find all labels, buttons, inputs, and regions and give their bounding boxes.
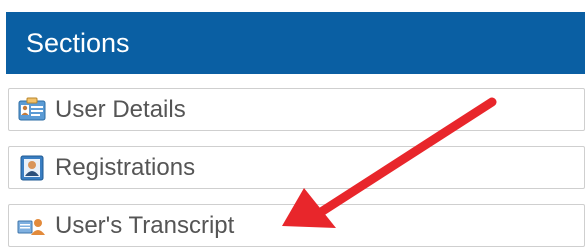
- section-item-user-details[interactable]: User Details: [8, 88, 585, 131]
- transcript-icon: [17, 213, 47, 239]
- section-item-label: Registrations: [55, 153, 196, 181]
- section-item-registrations[interactable]: Registrations: [8, 146, 585, 189]
- registrations-user-icon: [17, 155, 47, 181]
- user-details-card-icon: [17, 97, 47, 123]
- sections-panel: Sections User Details Registrations User…: [6, 12, 585, 250]
- section-item-label: User's Transcript: [55, 211, 235, 239]
- section-item-label: User Details: [55, 95, 186, 123]
- section-item-users-transcript[interactable]: User's Transcript: [8, 204, 585, 247]
- sections-title: Sections: [26, 27, 130, 58]
- sections-header: Sections: [6, 12, 585, 74]
